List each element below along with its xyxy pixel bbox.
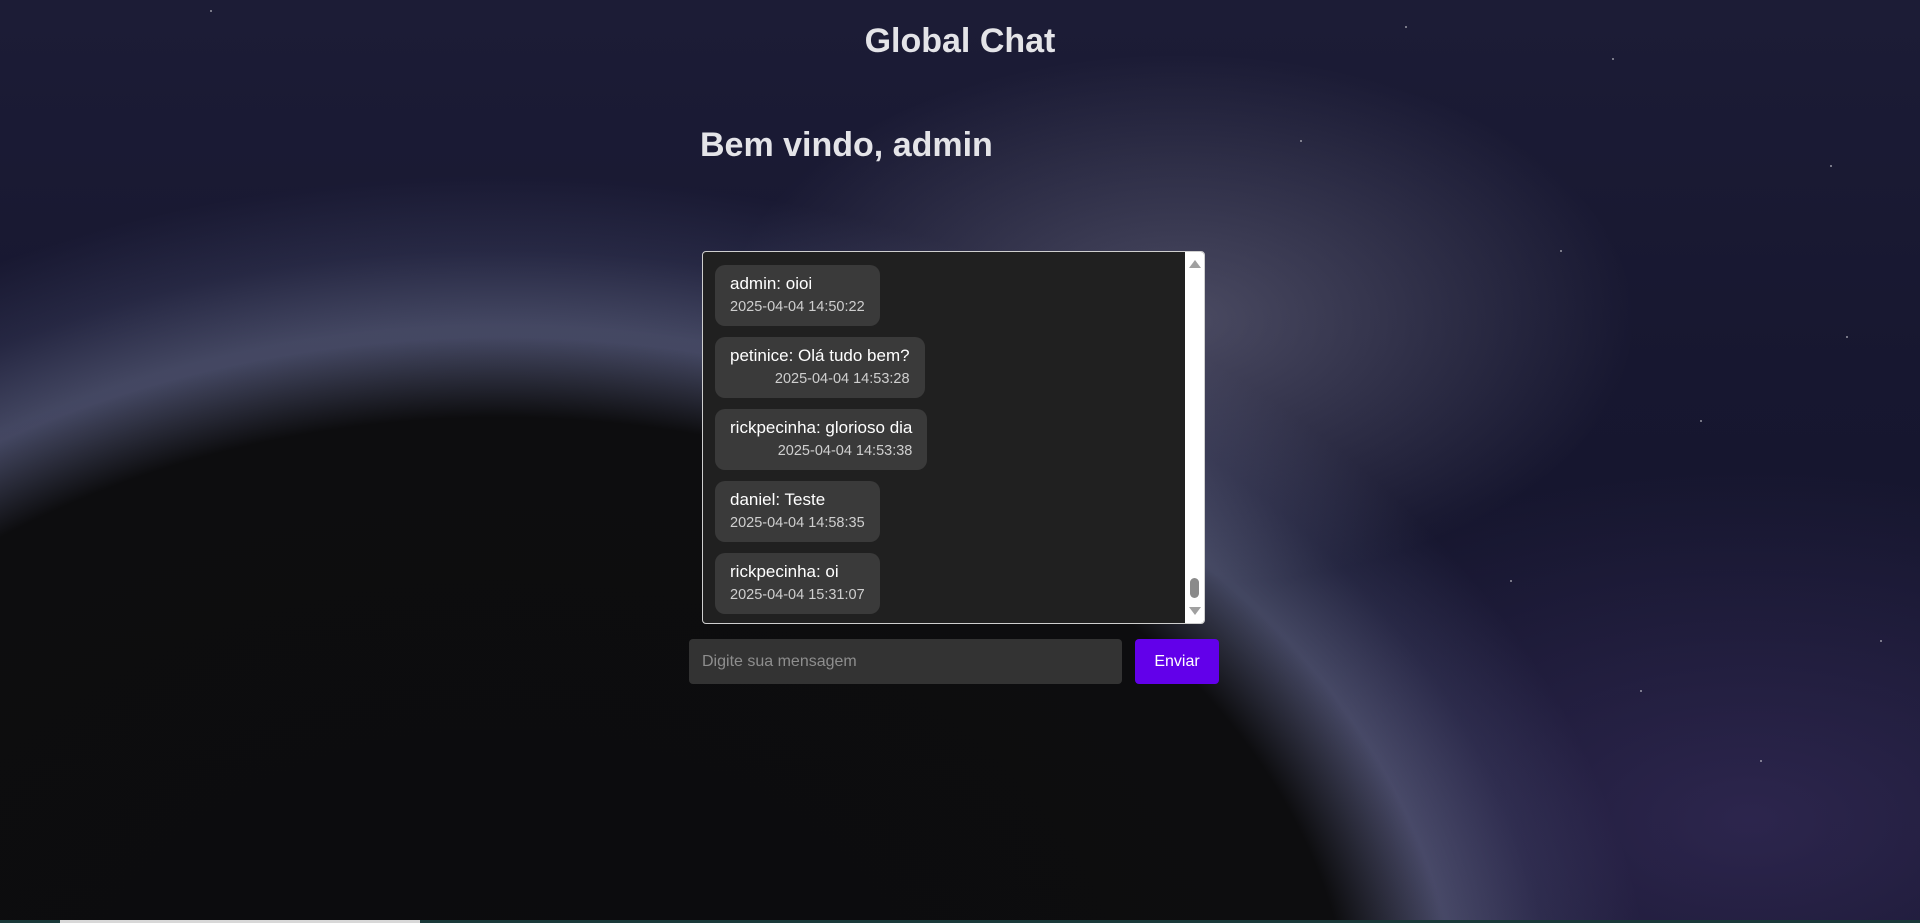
message-timestamp: 2025-04-04 14:53:38	[777, 443, 913, 459]
message-bubble: daniel: Teste 2025-04-04 14:58:35	[715, 481, 880, 542]
welcome-heading: Bem vindo, admin	[700, 126, 993, 164]
chat-message-list[interactable]: admin: oioi 2025-04-04 14:50:22 petinice…	[702, 251, 1205, 624]
message-input[interactable]	[689, 639, 1122, 684]
message-text: admin: oioi	[730, 274, 813, 293]
message-text: petinice: Olá tudo bem?	[730, 346, 910, 365]
message-text: rickpecinha: oi	[730, 562, 839, 581]
message-bubble: admin: oioi 2025-04-04 14:50:22	[715, 265, 880, 326]
message-timestamp: 2025-04-04 15:31:07	[730, 587, 865, 603]
message-timestamp: 2025-04-04 14:50:22	[730, 299, 865, 315]
scroll-up-arrow-icon[interactable]	[1189, 260, 1201, 268]
scrollbar-thumb[interactable]	[1190, 578, 1199, 598]
message-timestamp: 2025-04-04 14:58:35	[730, 515, 865, 531]
message-timestamp: 2025-04-04 14:53:28	[774, 371, 910, 387]
app-title: Global Chat	[864, 22, 1056, 60]
send-button[interactable]: Enviar	[1135, 639, 1219, 684]
message-bubble: rickpecinha: glorioso dia 2025-04-04 14:…	[715, 409, 928, 470]
message-bubble: petinice: Olá tudo bem? 2025-04-04 14:53…	[715, 337, 925, 398]
message-text: rickpecinha: glorioso dia	[730, 418, 913, 437]
scroll-down-arrow-icon[interactable]	[1189, 607, 1201, 615]
messages-viewport: admin: oioi 2025-04-04 14:50:22 petinice…	[703, 252, 1184, 623]
message-bubble: rickpecinha: oi 2025-04-04 15:31:07	[715, 553, 880, 614]
message-text: daniel: Teste	[730, 490, 826, 509]
chat-scrollbar[interactable]	[1185, 252, 1204, 623]
message-composer: Enviar	[689, 639, 1219, 684]
